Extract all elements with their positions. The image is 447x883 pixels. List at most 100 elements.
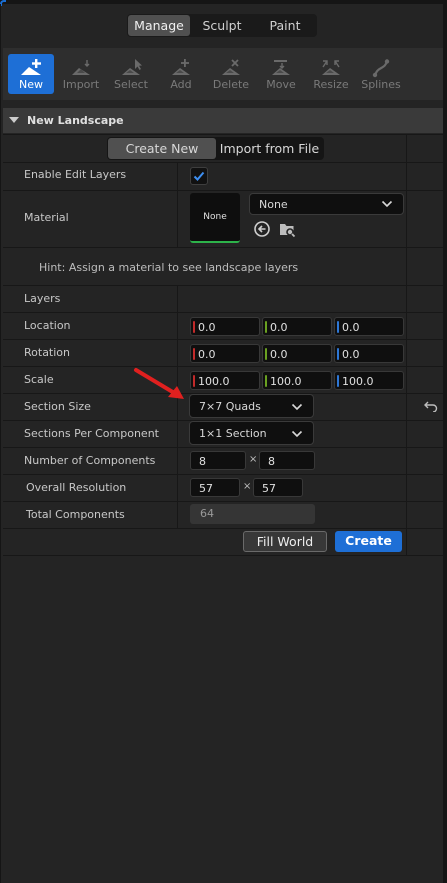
location-z-value: 0.0: [342, 321, 360, 334]
location-y-field[interactable]: 0.0: [262, 317, 332, 336]
sections-per-component-dropdown[interactable]: 1×1 Section: [189, 421, 314, 445]
separator: [3, 501, 443, 502]
chevron-down-icon: [381, 200, 393, 208]
material-thumbnail[interactable]: None: [190, 193, 240, 243]
splines-tool-button[interactable]: Splines: [358, 54, 404, 94]
location-label: Location: [24, 319, 71, 332]
rotation-x-field[interactable]: 0.0: [190, 344, 260, 363]
components-y-value: 8: [268, 455, 275, 468]
move-tool-button[interactable]: Move: [258, 54, 304, 94]
material-picker-dropdown[interactable]: None: [249, 193, 404, 215]
components-x-field[interactable]: 8: [190, 451, 246, 470]
create-button[interactable]: Create: [335, 531, 402, 552]
separator: [3, 134, 443, 135]
section-title: New Landscape: [27, 114, 124, 127]
scale-z-field[interactable]: 100.0: [334, 371, 404, 390]
material-label: Material: [24, 211, 69, 224]
resolution-x-field[interactable]: 57: [190, 478, 240, 497]
select-icon: [108, 54, 154, 78]
add-tool-button[interactable]: Add: [158, 54, 204, 94]
delete-tool-label: Delete: [212, 78, 250, 91]
move-tool-label: Move: [266, 78, 296, 91]
tab-manage[interactable]: Manage: [128, 15, 190, 36]
create-new-option[interactable]: Create New: [108, 138, 216, 159]
browse-asset-icon[interactable]: [278, 220, 296, 238]
mode-tabs: Manage Sculpt Paint: [127, 14, 317, 37]
scale-label: Scale: [24, 373, 54, 386]
material-selected-value: None: [259, 198, 288, 211]
location-z-field[interactable]: 0.0: [334, 317, 404, 336]
total-components-field: 64: [190, 504, 315, 524]
enable-edit-layers-checkbox[interactable]: [190, 167, 208, 185]
splines-tool-label: Splines: [361, 78, 401, 91]
material-hint-text: Hint: Assign a material to see landscape…: [39, 261, 299, 274]
scale-y-field[interactable]: 100.0: [262, 371, 332, 390]
select-tool-label: Select: [114, 78, 148, 91]
separator: [3, 528, 443, 529]
chevron-down-icon: [291, 430, 303, 438]
x-axis-indicator: [193, 348, 195, 360]
separator: [3, 555, 443, 556]
reset-to-default-icon[interactable]: [424, 400, 438, 412]
new-tool-button[interactable]: New: [8, 54, 54, 94]
resize-tool-button[interactable]: Resize: [308, 54, 354, 94]
resolution-y-value: 57: [262, 482, 276, 495]
separator: [3, 447, 443, 448]
tab-sculpt[interactable]: Sculpt: [190, 15, 254, 36]
y-axis-indicator: [265, 348, 267, 360]
z-axis-indicator: [337, 321, 339, 333]
x-axis-indicator: [193, 375, 195, 387]
use-selected-asset-icon[interactable]: [253, 220, 271, 238]
scale-z-value: 100.0: [342, 375, 374, 388]
rotation-y-field[interactable]: 0.0: [262, 344, 332, 363]
components-x-value: 8: [199, 455, 206, 468]
import-from-file-option[interactable]: Import from File: [216, 138, 323, 159]
sections-per-component-label: Sections Per Component: [24, 427, 159, 440]
resolution-x-value: 57: [199, 482, 213, 495]
location-y-value: 0.0: [270, 321, 288, 334]
scale-x-field[interactable]: 100.0: [190, 371, 260, 390]
manage-toolbar: New Import Select Add Delete Move Resize…: [3, 48, 443, 100]
overall-resolution-label: Overall Resolution: [26, 481, 127, 494]
rotation-y-value: 0.0: [270, 348, 288, 361]
new-tool-label: New: [19, 78, 43, 91]
annotation-arrow-icon: [134, 368, 184, 399]
add-tool-label: Add: [170, 78, 192, 91]
rotation-label: Rotation: [24, 346, 71, 359]
separator: [3, 285, 443, 286]
resize-icon: [308, 54, 354, 78]
z-axis-indicator: [337, 348, 339, 360]
delete-tool-button[interactable]: Delete: [208, 54, 254, 94]
y-axis-indicator: [265, 321, 267, 333]
separator: [3, 247, 443, 248]
import-tool-button[interactable]: Import: [58, 54, 104, 94]
new-landscape-panel: Create New Import from File Enable Edit …: [3, 134, 443, 556]
import-icon: [58, 54, 104, 78]
components-y-field[interactable]: 8: [259, 451, 315, 470]
splines-icon: [358, 54, 404, 78]
x-axis-indicator: [193, 321, 195, 333]
rotation-z-field[interactable]: 0.0: [334, 344, 404, 363]
reset-column-divider: [406, 134, 407, 555]
tab-paint[interactable]: Paint: [254, 15, 316, 36]
total-components-label: Total Components: [26, 508, 125, 521]
multiply-sign: ×: [243, 481, 252, 492]
location-x-field[interactable]: 0.0: [190, 317, 260, 336]
resize-tool-label: Resize: [313, 78, 349, 91]
fill-world-button[interactable]: Fill World: [243, 531, 327, 552]
collapse-arrow-icon: [9, 117, 19, 123]
new-landscape-section-header[interactable]: New Landscape: [3, 108, 443, 133]
window-right-border: [443, 4, 447, 883]
section-size-value: 7×7 Quads: [199, 400, 261, 413]
select-tool-button[interactable]: Select: [108, 54, 154, 94]
delete-component-icon: [208, 54, 254, 78]
new-landscape-icon: [8, 54, 54, 78]
rotation-z-value: 0.0: [342, 348, 360, 361]
separator: [3, 339, 443, 340]
column-divider: [177, 285, 178, 528]
resolution-y-field[interactable]: 57: [253, 478, 303, 497]
separator: [3, 312, 443, 313]
section-size-dropdown[interactable]: 7×7 Quads: [189, 394, 314, 418]
number-of-components-label: Number of Components: [24, 454, 156, 467]
z-axis-indicator: [337, 375, 339, 387]
